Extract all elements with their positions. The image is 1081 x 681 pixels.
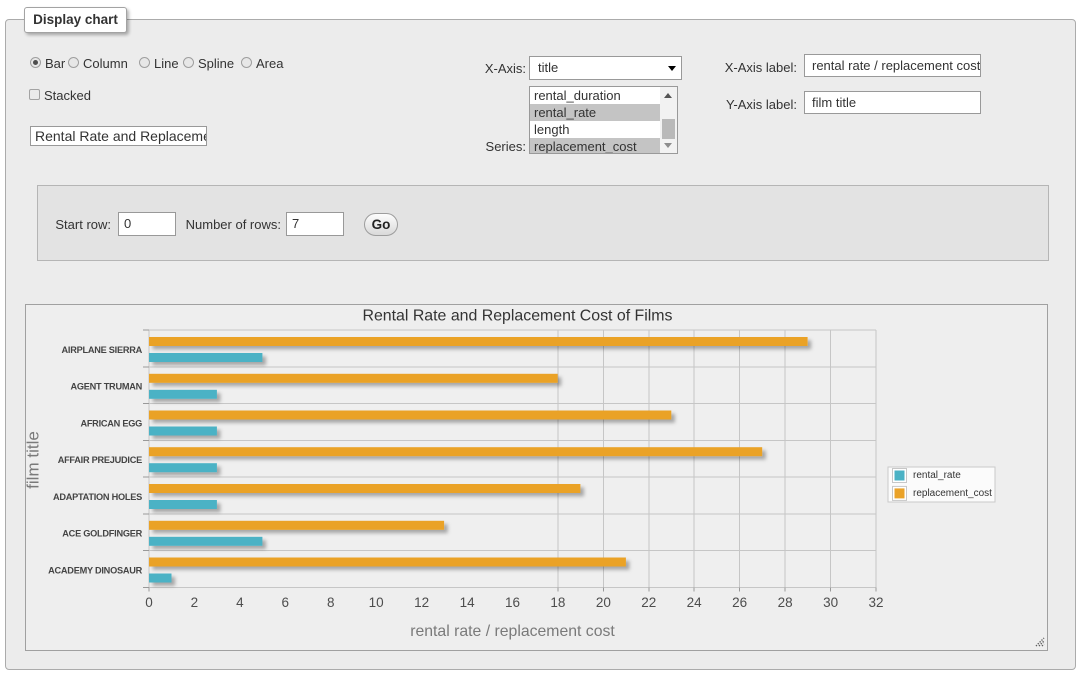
svg-text:22: 22 bbox=[641, 595, 656, 610]
svg-text:18: 18 bbox=[550, 595, 565, 610]
svg-text:AFFAIR PREJUDICE: AFFAIR PREJUDICE bbox=[58, 455, 142, 465]
svg-text:Rental Rate and Replacement Co: Rental Rate and Replacement Cost of Film… bbox=[362, 308, 672, 325]
svg-text:rental rate / replacement cost: rental rate / replacement cost bbox=[410, 623, 615, 640]
svg-text:32: 32 bbox=[868, 595, 883, 610]
svg-text:6: 6 bbox=[282, 595, 290, 610]
svg-text:rental_rate: rental_rate bbox=[913, 470, 961, 481]
svg-text:4: 4 bbox=[236, 595, 244, 610]
svg-text:16: 16 bbox=[505, 595, 520, 610]
svg-text:AGENT TRUMAN: AGENT TRUMAN bbox=[70, 382, 142, 392]
svg-text:ACADEMY DINOSAUR: ACADEMY DINOSAUR bbox=[48, 565, 142, 575]
svg-text:ADAPTATION HOLES: ADAPTATION HOLES bbox=[53, 492, 142, 502]
svg-text:ACE GOLDFINGER: ACE GOLDFINGER bbox=[62, 529, 142, 539]
svg-text:replacement_cost: replacement_cost bbox=[913, 488, 992, 499]
svg-text:8: 8 bbox=[327, 595, 335, 610]
svg-text:30: 30 bbox=[823, 595, 838, 610]
svg-text:20: 20 bbox=[596, 595, 611, 610]
svg-text:14: 14 bbox=[460, 595, 476, 610]
svg-text:28: 28 bbox=[778, 595, 793, 610]
svg-text:2: 2 bbox=[191, 595, 199, 610]
svg-text:0: 0 bbox=[145, 595, 153, 610]
svg-text:film title: film title bbox=[26, 431, 43, 489]
svg-text:AIRPLANE SIERRA: AIRPLANE SIERRA bbox=[62, 345, 143, 355]
svg-text:10: 10 bbox=[369, 595, 384, 610]
svg-text:AFRICAN EGG: AFRICAN EGG bbox=[80, 418, 142, 428]
svg-text:24: 24 bbox=[687, 595, 703, 610]
svg-text:12: 12 bbox=[414, 595, 429, 610]
svg-text:26: 26 bbox=[732, 595, 747, 610]
